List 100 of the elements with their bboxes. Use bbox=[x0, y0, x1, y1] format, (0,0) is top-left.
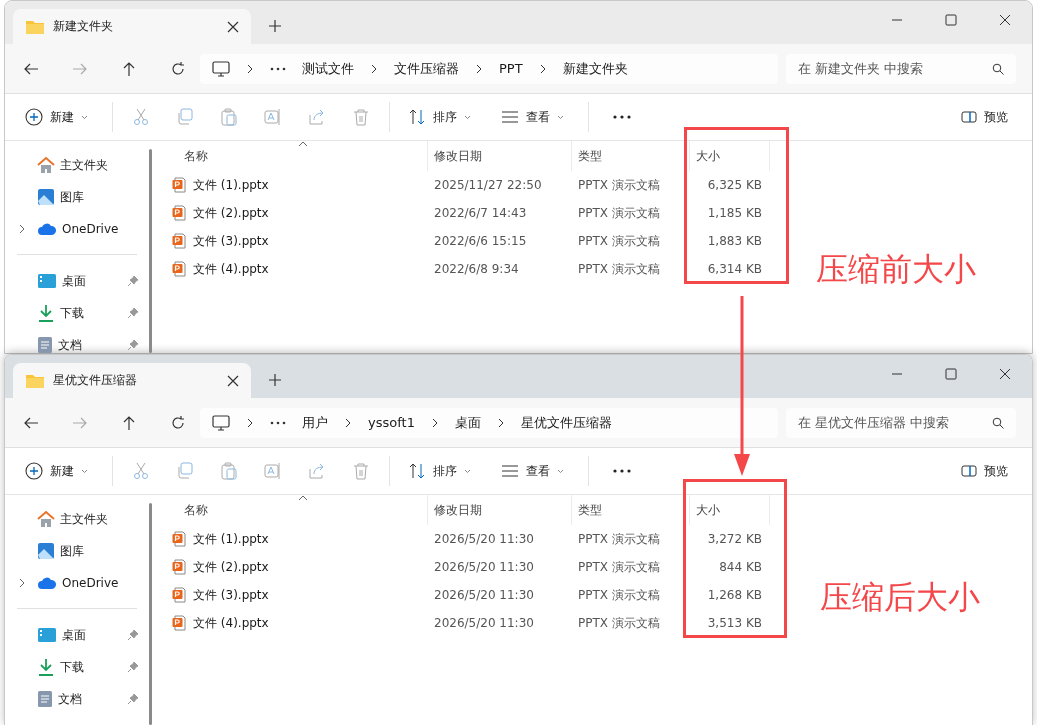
preview-button[interactable]: 预览 bbox=[955, 458, 1014, 484]
column-header[interactable]: 大小 bbox=[690, 495, 770, 525]
pin-icon[interactable] bbox=[127, 661, 139, 673]
breadcrumb-item[interactable]: PPT bbox=[499, 61, 523, 76]
cloud-icon bbox=[37, 576, 57, 590]
column-header[interactable]: 类型 bbox=[572, 495, 690, 525]
rename-icon[interactable] bbox=[264, 462, 282, 480]
address-bar[interactable]: 测试文件 文件压缩器 PPT 新建文件夹 bbox=[200, 53, 778, 84]
up-arrow-icon[interactable] bbox=[121, 60, 137, 77]
copy-icon[interactable] bbox=[176, 108, 194, 126]
new-button[interactable]: 新建 bbox=[19, 458, 94, 484]
sort-button[interactable]: 排序 bbox=[402, 104, 477, 130]
file-name[interactable]: 文件 (1).pptx bbox=[193, 530, 269, 548]
breadcrumb-item[interactable]: yssoft1 bbox=[368, 415, 415, 430]
sidebar-item[interactable]: OneDrive bbox=[15, 213, 141, 245]
view-button[interactable]: 查看 bbox=[495, 104, 570, 130]
more-icon[interactable] bbox=[270, 420, 286, 425]
desktop-icon bbox=[37, 627, 57, 643]
pin-icon[interactable] bbox=[127, 275, 139, 287]
column-header[interactable]: 修改日期 bbox=[428, 141, 572, 171]
new-tab-icon[interactable] bbox=[269, 20, 281, 32]
view-button[interactable]: 查看 bbox=[495, 458, 570, 484]
search-field[interactable]: 在 新建文件夹 中搜索 bbox=[786, 53, 1016, 84]
presentation-file-icon bbox=[172, 233, 186, 249]
close-tab-icon[interactable] bbox=[227, 20, 239, 33]
address-bar[interactable]: 用户 yssoft1 桌面 星优文件压缩器 bbox=[200, 407, 778, 438]
presentation-file-icon bbox=[172, 587, 186, 603]
copy-icon[interactable] bbox=[176, 462, 194, 480]
sidebar-item[interactable]: 桌面 bbox=[15, 619, 141, 651]
breadcrumb-item[interactable]: 新建文件夹 bbox=[562, 59, 628, 78]
file-type: PPTX 演示文稿 bbox=[577, 586, 661, 604]
house-icon bbox=[37, 510, 55, 528]
pin-icon[interactable] bbox=[127, 307, 139, 319]
file-name[interactable]: 文件 (2).pptx bbox=[193, 558, 269, 576]
sidebar-item[interactable]: 文档 bbox=[15, 329, 141, 353]
file-name[interactable]: 文件 (1).pptx bbox=[193, 176, 269, 194]
sidebar-item[interactable]: 图库 bbox=[15, 535, 141, 567]
sidebar-item[interactable]: 主文件夹 bbox=[15, 149, 141, 181]
file-type: PPTX 演示文稿 bbox=[577, 260, 661, 278]
column-header[interactable]: 名称 bbox=[172, 495, 428, 525]
file-name[interactable]: 文件 (2).pptx bbox=[193, 204, 269, 222]
column-header[interactable]: 名称 bbox=[172, 141, 428, 171]
refresh-icon[interactable] bbox=[170, 60, 186, 77]
breadcrumb-item[interactable]: 测试文件 bbox=[302, 59, 354, 78]
folder-tab[interactable]: 新建文件夹 bbox=[13, 9, 251, 44]
file-name[interactable]: 文件 (4).pptx bbox=[193, 260, 269, 278]
rename-icon[interactable] bbox=[264, 108, 282, 126]
share-icon[interactable] bbox=[308, 462, 326, 480]
file-size: 844 KB bbox=[718, 560, 763, 574]
chevron-right-icon bbox=[496, 417, 505, 428]
sidebar-item[interactable]: 主文件夹 bbox=[15, 503, 141, 535]
delete-icon[interactable] bbox=[352, 462, 370, 480]
sidebar-item[interactable]: 下载 bbox=[15, 297, 141, 329]
search-icon bbox=[992, 62, 1004, 75]
pin-icon[interactable] bbox=[127, 339, 139, 351]
new-button[interactable]: 新建 bbox=[19, 104, 94, 130]
paste-icon[interactable] bbox=[220, 462, 238, 480]
more-icon[interactable] bbox=[613, 115, 631, 119]
file-size: 1,268 KB bbox=[706, 588, 763, 602]
column-header[interactable]: 大小 bbox=[690, 141, 770, 171]
sidebar-item[interactable]: 文档 bbox=[15, 683, 141, 715]
breadcrumb-item[interactable]: 星优文件压缩器 bbox=[520, 413, 612, 432]
column-header[interactable]: 修改日期 bbox=[428, 495, 572, 525]
more-icon[interactable] bbox=[270, 66, 286, 71]
refresh-icon[interactable] bbox=[170, 414, 186, 431]
maximize-icon[interactable] bbox=[945, 14, 957, 26]
expand-chevron-icon[interactable] bbox=[19, 224, 25, 234]
file-name[interactable]: 文件 (3).pptx bbox=[193, 232, 269, 250]
paste-icon[interactable] bbox=[220, 108, 238, 126]
column-header[interactable]: 类型 bbox=[572, 141, 690, 171]
close-tab-icon[interactable] bbox=[227, 374, 239, 387]
folder-tab[interactable]: 星优文件压缩器 bbox=[13, 363, 251, 398]
file-name[interactable]: 文件 (4).pptx bbox=[193, 614, 269, 632]
annotation-label: 压缩前大小 bbox=[816, 249, 976, 290]
close-icon[interactable] bbox=[999, 14, 1011, 26]
preview-button[interactable]: 预览 bbox=[955, 104, 1014, 130]
file-name[interactable]: 文件 (3).pptx bbox=[193, 586, 269, 604]
cut-icon[interactable] bbox=[132, 108, 150, 126]
breadcrumb-item[interactable]: 桌面 bbox=[454, 413, 481, 432]
expand-chevron-icon[interactable] bbox=[19, 578, 25, 588]
sidebar-item[interactable]: 下载 bbox=[15, 651, 141, 683]
more-icon[interactable] bbox=[613, 469, 631, 473]
breadcrumb-item[interactable]: 用户 bbox=[302, 413, 328, 432]
pin-icon[interactable] bbox=[127, 629, 139, 641]
close-icon[interactable] bbox=[999, 368, 1011, 380]
share-icon[interactable] bbox=[308, 108, 326, 126]
presentation-file-icon bbox=[172, 205, 186, 221]
sidebar-item[interactable]: 桌面 bbox=[15, 265, 141, 297]
cut-icon[interactable] bbox=[132, 462, 150, 480]
maximize-icon[interactable] bbox=[945, 368, 957, 380]
breadcrumb-item[interactable]: 文件压缩器 bbox=[394, 59, 459, 78]
new-tab-icon[interactable] bbox=[269, 374, 281, 386]
sidebar-item[interactable]: OneDrive bbox=[15, 567, 141, 599]
up-arrow-icon[interactable] bbox=[121, 414, 137, 431]
sidebar-item[interactable]: 图库 bbox=[15, 181, 141, 213]
sort-button[interactable]: 排序 bbox=[402, 458, 477, 484]
search-field[interactable]: 在 星优文件压缩器 中搜索 bbox=[786, 407, 1016, 438]
chevron-right-icon bbox=[246, 417, 254, 428]
pin-icon[interactable] bbox=[127, 693, 139, 705]
delete-icon[interactable] bbox=[352, 108, 370, 126]
